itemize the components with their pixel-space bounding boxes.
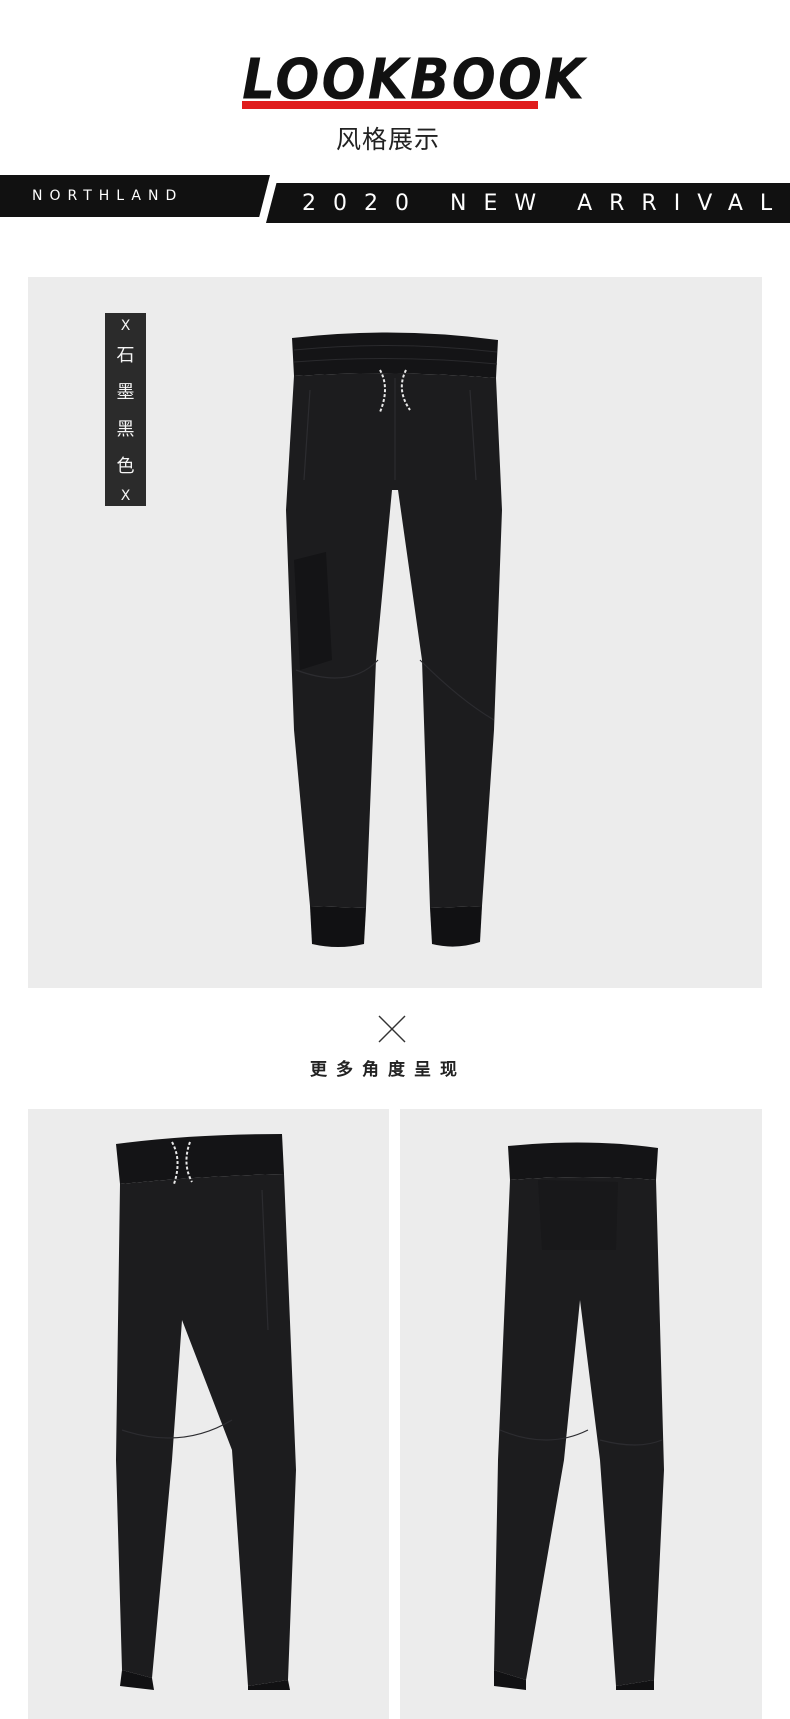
page-header: LOOKBOOK 风格展示 NORTHLAND 2020 NEW ARRIVAL [0,0,790,240]
pants-front-image [286,332,502,947]
tag-mark-top: X [120,318,131,334]
lookbook-title-block: LOOKBOOK [242,47,587,113]
brand-band: NORTHLAND [0,175,270,217]
tag-mark-bottom: X [120,488,131,504]
color-char-4: 色 [116,456,135,477]
color-char-2: 墨 [116,382,135,403]
page-title: LOOKBOOK [242,47,587,113]
arrival-band: 2020 NEW ARRIVAL [266,183,790,223]
more-angles-heading: 更多角度呈现 [310,1060,466,1080]
color-char-3: 黑 [116,419,135,440]
color-name-tag: X 石 墨 黑 色 X [105,313,146,506]
page-subtitle: 风格展示 [335,125,440,154]
cross-divider-icon [378,1015,406,1043]
pants-side-image [116,1134,296,1690]
brand-name: NORTHLAND [32,188,184,204]
arrival-text: 2020 NEW ARRIVAL [302,191,790,216]
color-char-1: 石 [116,345,135,366]
pants-back-image [494,1142,664,1690]
